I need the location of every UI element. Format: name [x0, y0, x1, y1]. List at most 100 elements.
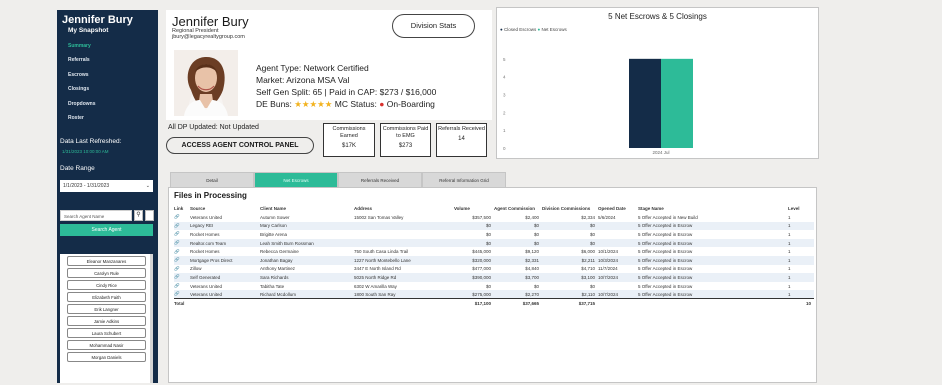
table-cell: $0: [485, 231, 491, 237]
sidebar-item-escrows[interactable]: Escrows: [68, 72, 156, 87]
sidebar-item-summary[interactable]: Summary: [68, 43, 156, 58]
link-icon[interactable]: 🔗: [174, 255, 190, 265]
link-icon[interactable]: 🔗: [174, 238, 190, 248]
column-header[interactable]: Volume: [454, 203, 494, 213]
table-cell: $320,000: [454, 255, 494, 265]
table-cell: 5 Offer Accepted in Escrow: [638, 249, 693, 255]
column-header[interactable]: Agent Commission: [494, 203, 542, 213]
access-agent-control-panel-button[interactable]: ACCESS AGENT CONTROL PANEL: [166, 137, 314, 154]
table-cell: Rocket Homes: [190, 249, 220, 255]
column-header[interactable]: Stage Name: [638, 203, 788, 213]
table-cell: 1: [788, 221, 814, 231]
link-icon[interactable]: 🔗: [174, 282, 190, 291]
column-header[interactable]: Level: [788, 203, 814, 213]
legend-label: Closed Escrows: [503, 27, 537, 32]
sidebar-item-roster[interactable]: Roster: [68, 115, 156, 130]
agent-button[interactable]: Erik Langner: [67, 304, 146, 314]
table-cell: Mortgage Pros Direct: [190, 255, 260, 265]
table-cell: Legacy REI: [190, 221, 260, 231]
table-cell: $2,270: [494, 290, 542, 299]
table-cell: 5/6/2024: [598, 214, 616, 220]
agent-button[interactable]: Elizabeth Faith: [67, 292, 146, 302]
table-cell: Veterans United: [190, 290, 260, 299]
sidebar-item-closings[interactable]: Closings: [68, 86, 156, 101]
chart-legend: ● Closed Escrows ● Net Escrows: [500, 27, 567, 32]
agent-button[interactable]: Cindy Rice: [67, 280, 146, 290]
chevron-down-icon: ⌄: [145, 183, 150, 189]
table-cell: $0: [494, 221, 542, 231]
link-icon[interactable]: 🔗: [174, 213, 190, 222]
search-icon[interactable]: ⚲: [134, 210, 143, 221]
column-header[interactable]: Client Name: [260, 203, 354, 213]
tab-net-escrows[interactable]: Net Escrows: [254, 172, 338, 188]
tab-referrals-received[interactable]: Referrals Received: [338, 172, 422, 188]
column-header[interactable]: Address: [354, 203, 454, 213]
legend-label: Net Escrows: [541, 27, 567, 32]
column-header[interactable]: Link: [174, 203, 190, 213]
agent-button[interactable]: Carolyn Rule: [67, 268, 146, 278]
search-agent-button[interactable]: Search Agent: [60, 224, 153, 236]
column-header[interactable]: Division Commissions: [542, 203, 598, 213]
agent-split: Self Gen Split: 65 | Paid in CAP: $273 /…: [256, 87, 437, 97]
column-header[interactable]: Opened Date: [598, 203, 638, 213]
files-in-processing-panel: Files in Processing Link Source Client Nam…: [168, 187, 817, 383]
table-cell: 5 Offer Accepted in New Build: [638, 214, 698, 220]
table-cell: 5 Offer Accepted in Escrow: [638, 238, 788, 248]
table-cell: [354, 230, 454, 239]
data-refreshed-label: Data Last Refreshed:: [60, 138, 122, 145]
table-title: Files in Processing: [174, 191, 247, 200]
table-cell: Jonathan Bagay: [260, 255, 354, 265]
link-icon[interactable]: 🔗: [174, 221, 190, 231]
table-cell: 1: [788, 273, 814, 282]
tab-detail[interactable]: Detail: [170, 172, 254, 188]
sidebar-item-referrals[interactable]: Referrals: [68, 57, 156, 72]
table-cell: $0: [454, 221, 494, 231]
date-range-dropdown[interactable]: 1/1/2023 - 1/31/2023 ⌄: [60, 180, 153, 192]
link-icon[interactable]: 🔗: [174, 290, 190, 299]
link-icon[interactable]: 🔗: [174, 230, 190, 239]
table-cell: 5 Offer Accepted in Escrow: [638, 273, 788, 282]
agent-button[interactable]: Jamie Adkins: [67, 316, 146, 326]
table-total-row: Total $17,100 $37,665 $37,715 10: [174, 298, 814, 308]
bar-closed-escrows[interactable]: [629, 58, 661, 149]
table-row: 🔗 Mortgage Pros Direct Jonathan Bagay 1227 …: [174, 255, 814, 265]
table-cell: 3447 E North Island Rd: [354, 266, 401, 272]
mc-label: MC Status:: [334, 99, 377, 109]
agent-button[interactable]: Mohammad Nasir: [67, 340, 146, 350]
sidebar-item-my-snapshot[interactable]: My Snapshot: [68, 27, 156, 43]
clear-search-button[interactable]: [145, 210, 154, 221]
division-stats-button[interactable]: Division Stats: [392, 14, 475, 38]
table-cell: $2,110: [542, 290, 598, 299]
table-cell: Veterans United: [190, 214, 223, 220]
chart-title: 5 Net Escrows & 5 Closings: [608, 12, 707, 21]
table-cell: Rebecca Germaine: [260, 249, 299, 255]
de-status-line: DE Buns: ★★★★★ MC Status: ● On-Boarding: [256, 99, 435, 110]
table-cell: 5 Offer Accepted in Escrow: [638, 231, 693, 237]
agent-button[interactable]: Eleanor Manzanares: [67, 256, 146, 266]
link-icon[interactable]: 🔗: [174, 273, 190, 282]
sidebar-nav: My Snapshot Summary Referrals Escrows Cl…: [68, 27, 156, 130]
sidebar-item-dropdowns[interactable]: Dropdowns: [68, 101, 156, 116]
table-cell: [598, 230, 638, 239]
table-row: 🔗 Legacy REI Mary Carlson $0 $0 $0 5 Offer Acc…: [174, 221, 814, 231]
table-cell: 1800 South San Ray: [354, 290, 454, 299]
agent-list-scrollbar[interactable]: [150, 254, 153, 383]
table-cell: 1: [788, 249, 791, 255]
agent-email[interactable]: jbury@legacyrealtygroup.com: [172, 34, 245, 40]
table-row: 🔗 Rocket Homes Brigitte Arena $0 $0 $0 5 Offer…: [174, 230, 814, 239]
agent-button[interactable]: Laura Schubert: [67, 328, 146, 338]
bar-net-escrows[interactable]: [661, 58, 693, 149]
agent-button[interactable]: Morgan Daniels: [67, 352, 146, 362]
table-body: 🔗 Veterans United Autumn Sower 15002 San To…: [174, 213, 814, 299]
table-cell: [598, 238, 638, 248]
link-icon[interactable]: 🔗: [174, 265, 190, 274]
table-cell: Autumn Sower: [260, 214, 290, 220]
link-icon[interactable]: 🔗: [174, 247, 190, 256]
tab-referral-grid[interactable]: Referral Information Grid: [422, 172, 506, 188]
table-header-row: Link Source Client Name Address Volume Agent …: [174, 203, 814, 213]
agent-search-input[interactable]: Search Agent Name: [60, 210, 132, 221]
table-row: 🔗 Veterans United Autumn Sower 15002 San To…: [174, 213, 814, 222]
table-row: 🔗 Realtor.com Team Leah Smith Burn Rossman…: [174, 238, 814, 248]
column-header[interactable]: Source: [190, 203, 260, 213]
stat-label: Commissions Earned: [332, 126, 366, 139]
